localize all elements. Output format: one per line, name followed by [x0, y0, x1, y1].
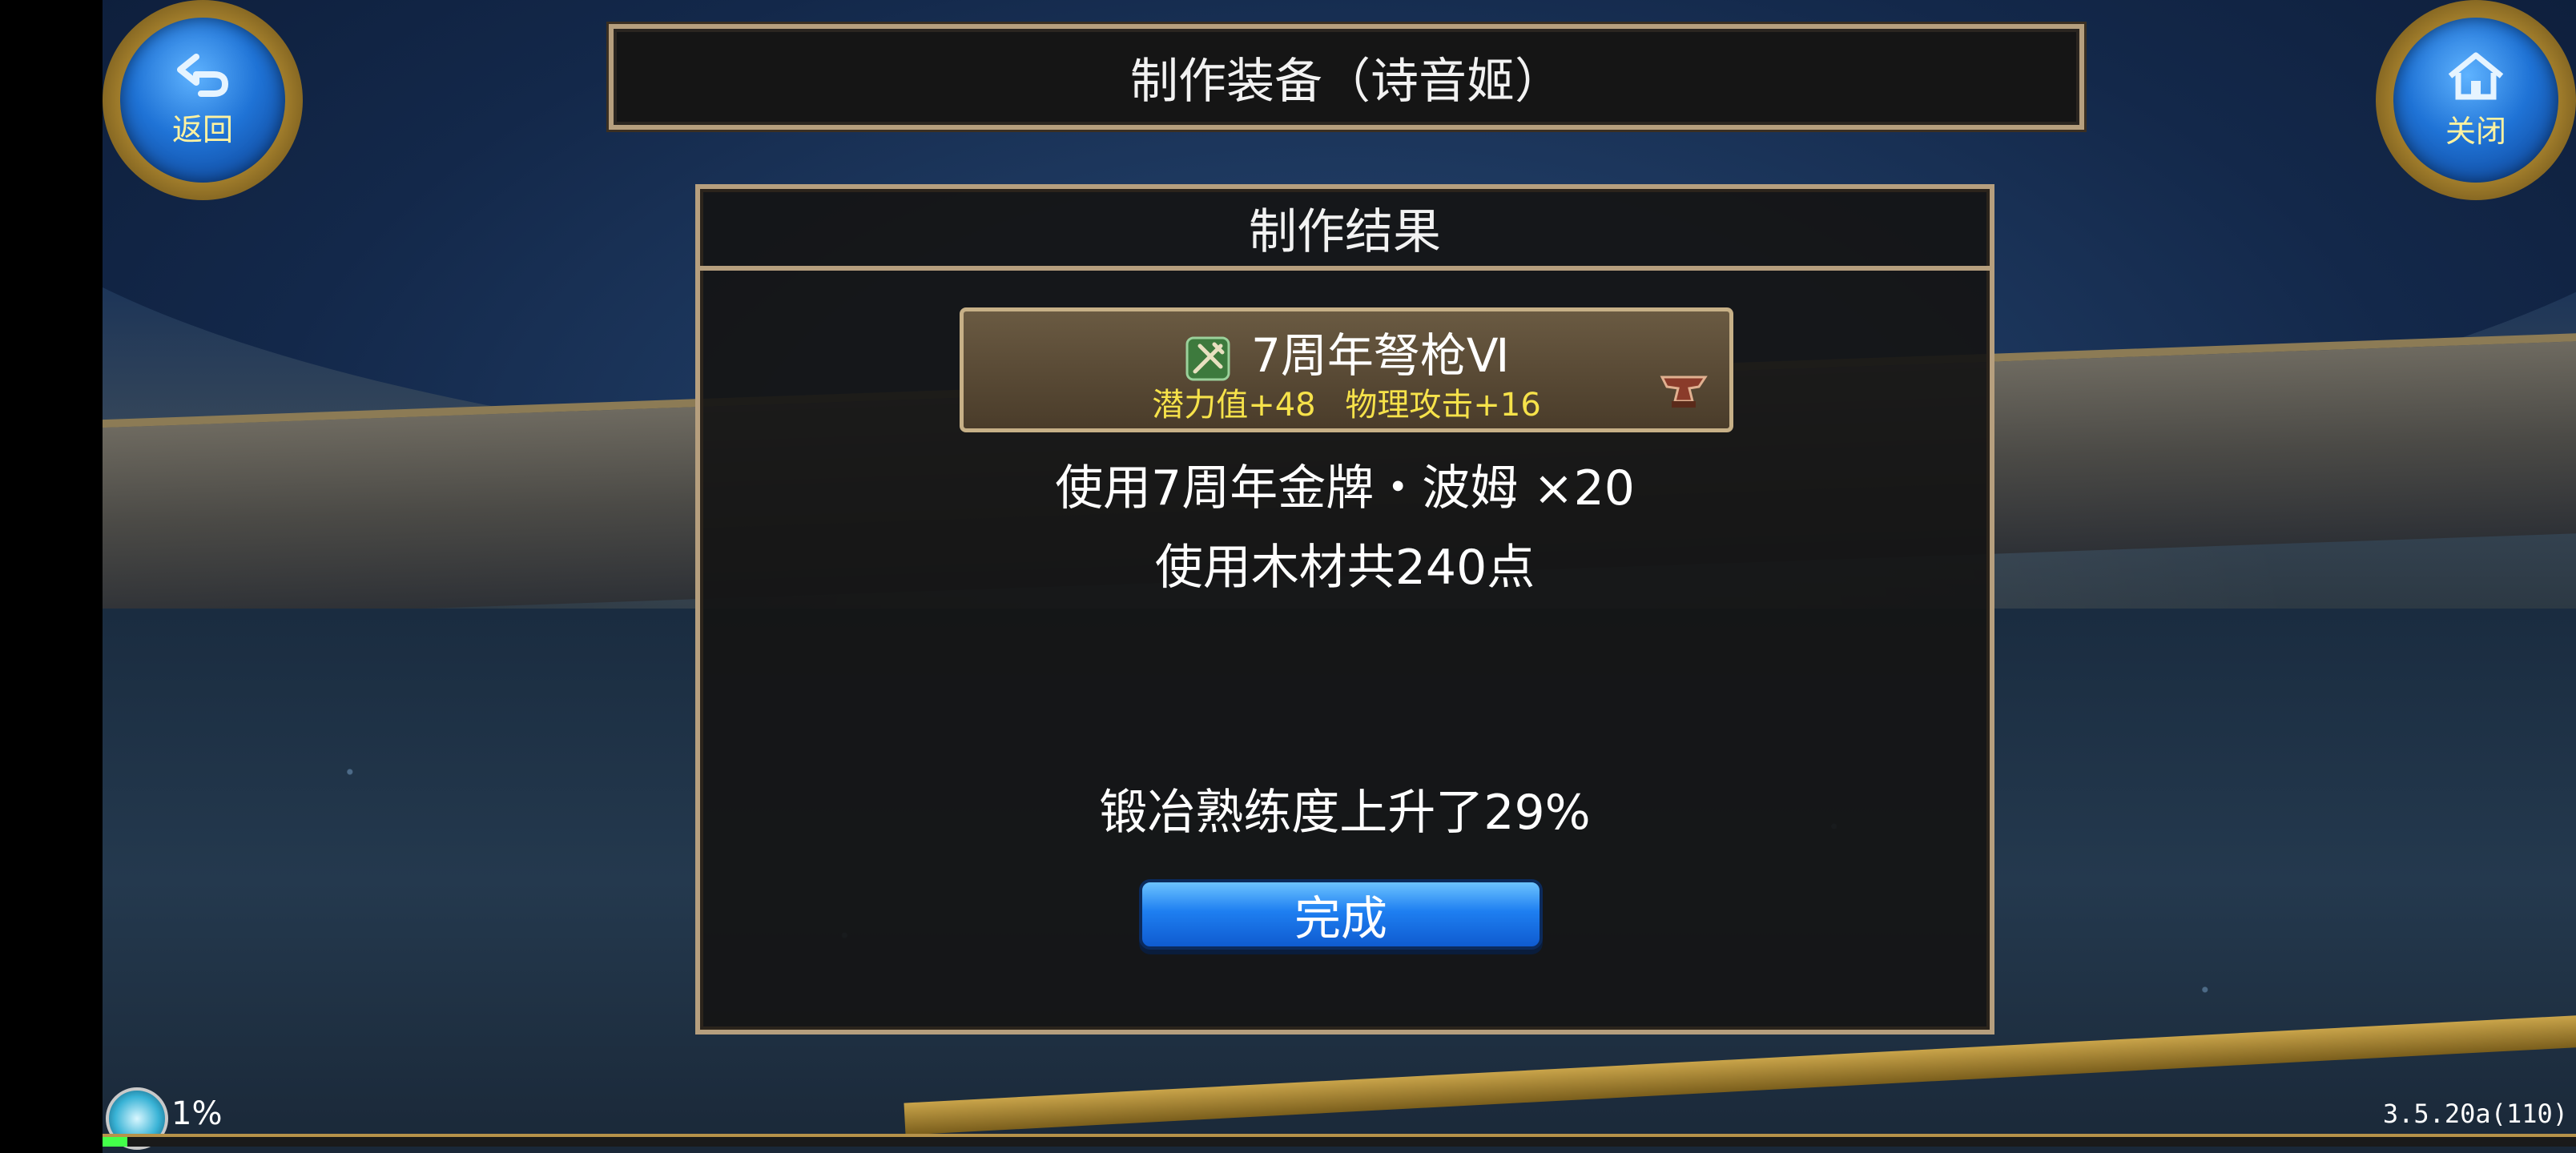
home-icon: [2448, 52, 2504, 99]
result-panel-header: 制作结果: [700, 189, 1990, 271]
used-wood-text: 使用木材共240点: [1154, 540, 1536, 596]
result-title: 制作结果: [1249, 203, 1441, 260]
done-button-label: 完成: [1294, 891, 1387, 946]
page-title: 制作装备（诗音姬）: [1130, 53, 1563, 110]
crafted-item-card[interactable]: 7周年弩枪Ⅵ 潜力值+48 物理攻击+16: [960, 307, 1733, 432]
crossbow-icon: [1185, 336, 1230, 381]
experience-bar-fill: [103, 1137, 127, 1147]
status-percent: 1%: [171, 1095, 223, 1132]
proficiency-text: 锻冶熟练度上升了29%: [1099, 785, 1591, 841]
page-title-bar: 制作装备（诗音姬）: [609, 24, 2084, 130]
done-button[interactable]: 完成: [1139, 879, 1543, 950]
item-stat-potential: 潜力值+48: [1152, 387, 1316, 424]
anvil-icon: [1660, 376, 1708, 408]
craft-result-panel: 制作结果 7周年弩枪Ⅵ 潜力值+48 物理攻击+16 使用7周年金牌・波姆 ×2…: [695, 184, 1994, 1034]
close-button[interactable]: 关闭: [2376, 0, 2576, 200]
close-button-orb: 关闭: [2393, 18, 2558, 183]
back-button-label: 返回: [171, 111, 233, 147]
item-name: 7周年弩枪Ⅵ: [1251, 328, 1510, 383]
item-stat-attack: 物理攻击+16: [1345, 387, 1541, 424]
item-stats: 潜力值+48 物理攻击+16: [964, 379, 1729, 425]
used-medal-text: 使用7周年金牌・波姆 ×20: [1055, 460, 1635, 516]
version-label: 3.5.20a(110): [2382, 1099, 2568, 1129]
close-button-label: 关闭: [2445, 113, 2506, 149]
experience-bar: [103, 1134, 2576, 1147]
back-button-orb: 返回: [120, 18, 285, 183]
back-arrow-icon: [177, 53, 228, 97]
item-name-row: 7周年弩枪Ⅵ: [964, 318, 1729, 385]
back-button[interactable]: 返回: [103, 0, 303, 200]
